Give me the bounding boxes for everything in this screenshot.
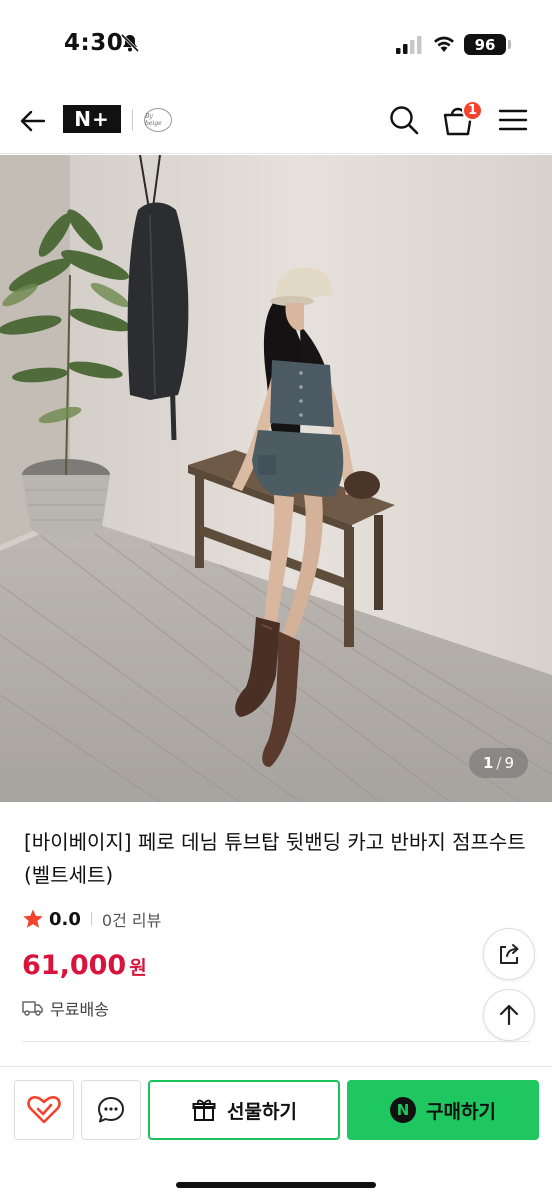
bell-slash-icon: [120, 33, 140, 53]
rating-row: 0.0 0건 리뷰: [22, 906, 161, 932]
shipping-row: 무료배송: [22, 996, 109, 1020]
rating-value: 0.0: [49, 908, 81, 930]
bottom-action-bar: 선물하기 N 구매하기: [0, 1066, 552, 1200]
product-title: [바이베이지] 페로 데님 튜브탑 뒷밴딩 카고 반바지 점프수트 (벨트세트): [24, 830, 526, 887]
product-photo: [0, 155, 552, 802]
battery-indicator: 96: [464, 34, 506, 55]
gift-button[interactable]: 선물하기: [148, 1080, 340, 1140]
wishlist-button[interactable]: [14, 1080, 74, 1140]
status-bar: 4:30 96: [0, 0, 552, 90]
review-count-link[interactable]: 0건 리뷰: [102, 907, 161, 931]
naver-plus-logo[interactable]: N+: [63, 105, 121, 133]
brand-seal-logo[interactable]: By beige: [144, 108, 172, 132]
search-icon[interactable]: [388, 104, 420, 136]
section-divider: [22, 1041, 530, 1042]
logo-divider: [132, 109, 133, 131]
share-icon: [500, 944, 519, 964]
status-time: 4:30: [64, 30, 124, 56]
wifi-icon: [434, 36, 454, 52]
battery-tip: [508, 40, 511, 49]
talk-talk-chat-button[interactable]: [81, 1080, 141, 1140]
gift-button-label: 선물하기: [227, 1100, 297, 1123]
back-arrow-icon[interactable]: [18, 106, 48, 136]
image-counter-separator: /: [496, 754, 502, 772]
shipping-label: 무료배송: [50, 1000, 109, 1019]
gift-box-icon: [192, 1099, 216, 1121]
star-icon: [23, 909, 43, 928]
npay-n-icon: N: [390, 1097, 417, 1123]
price-value: 61,000: [22, 950, 127, 981]
home-indicator: [176, 1182, 376, 1188]
image-counter-current: 1: [482, 754, 494, 772]
delivery-truck-icon: [22, 1001, 43, 1016]
product-image-gallery[interactable]: 1 / 9: [0, 155, 552, 802]
buy-button-label: 구매하기: [426, 1100, 496, 1123]
chat-bubble-icon: [98, 1097, 124, 1123]
price-unit: 원: [129, 957, 147, 979]
arrow-up-icon: [499, 1004, 519, 1026]
image-counter: 1 / 9: [468, 748, 528, 778]
rating-divider: [90, 912, 92, 926]
hamburger-menu-icon[interactable]: [498, 106, 528, 134]
cart-count-badge: 1: [462, 100, 483, 121]
heart-check-icon: [27, 1095, 61, 1124]
scroll-to-top-button[interactable]: [483, 989, 535, 1041]
top-nav: N+ By beige 1: [0, 90, 552, 154]
share-button[interactable]: [483, 928, 535, 980]
signal-icon: [396, 36, 422, 54]
buy-now-button[interactable]: N 구매하기: [347, 1080, 539, 1140]
image-counter-total: 9: [504, 754, 514, 772]
price-row: 61,000 원: [22, 950, 147, 981]
